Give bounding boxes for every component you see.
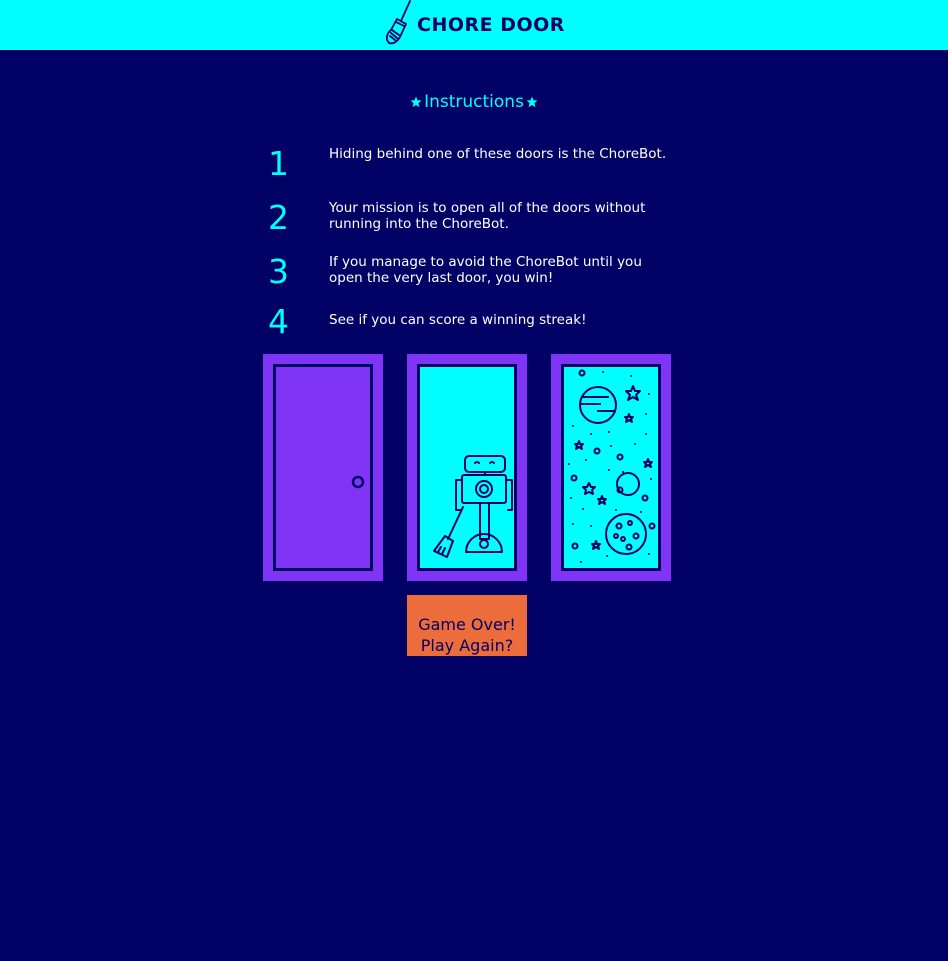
star-icon: [410, 96, 422, 108]
broom-icon: [386, 0, 411, 45]
space-scene-image: [561, 364, 661, 571]
chorebot-robot-image: [417, 364, 517, 571]
step-text: If you manage to avoid the ChoreBot unti…: [329, 254, 642, 286]
step-text: Hiding behind one of these doors is the …: [329, 146, 667, 162]
step-number: 3: [268, 252, 289, 291]
instructions-heading: Instructions: [0, 92, 948, 112]
instructions-heading-text: Instructions: [424, 92, 524, 112]
play-again-line-1: Game Over!: [418, 615, 516, 634]
app-title: CHORE DOOR: [417, 14, 565, 36]
step-number: 4: [268, 302, 289, 341]
step-text: Your mission is to open all of the doors…: [329, 200, 646, 232]
play-again-button[interactable]: Game Over! Play Again?: [407, 595, 527, 656]
step-text: See if you can score a winning streak!: [329, 312, 587, 328]
closed-door-image: [273, 364, 373, 571]
play-again-line-2: Play Again?: [420, 636, 514, 655]
door-3[interactable]: [551, 354, 671, 581]
door-1[interactable]: [263, 354, 383, 581]
door-2[interactable]: [407, 354, 527, 581]
step-number: 2: [268, 198, 289, 237]
header-bar: CHORE DOOR: [0, 0, 948, 50]
star-icon: [526, 96, 538, 108]
step-number: 1: [268, 144, 289, 183]
